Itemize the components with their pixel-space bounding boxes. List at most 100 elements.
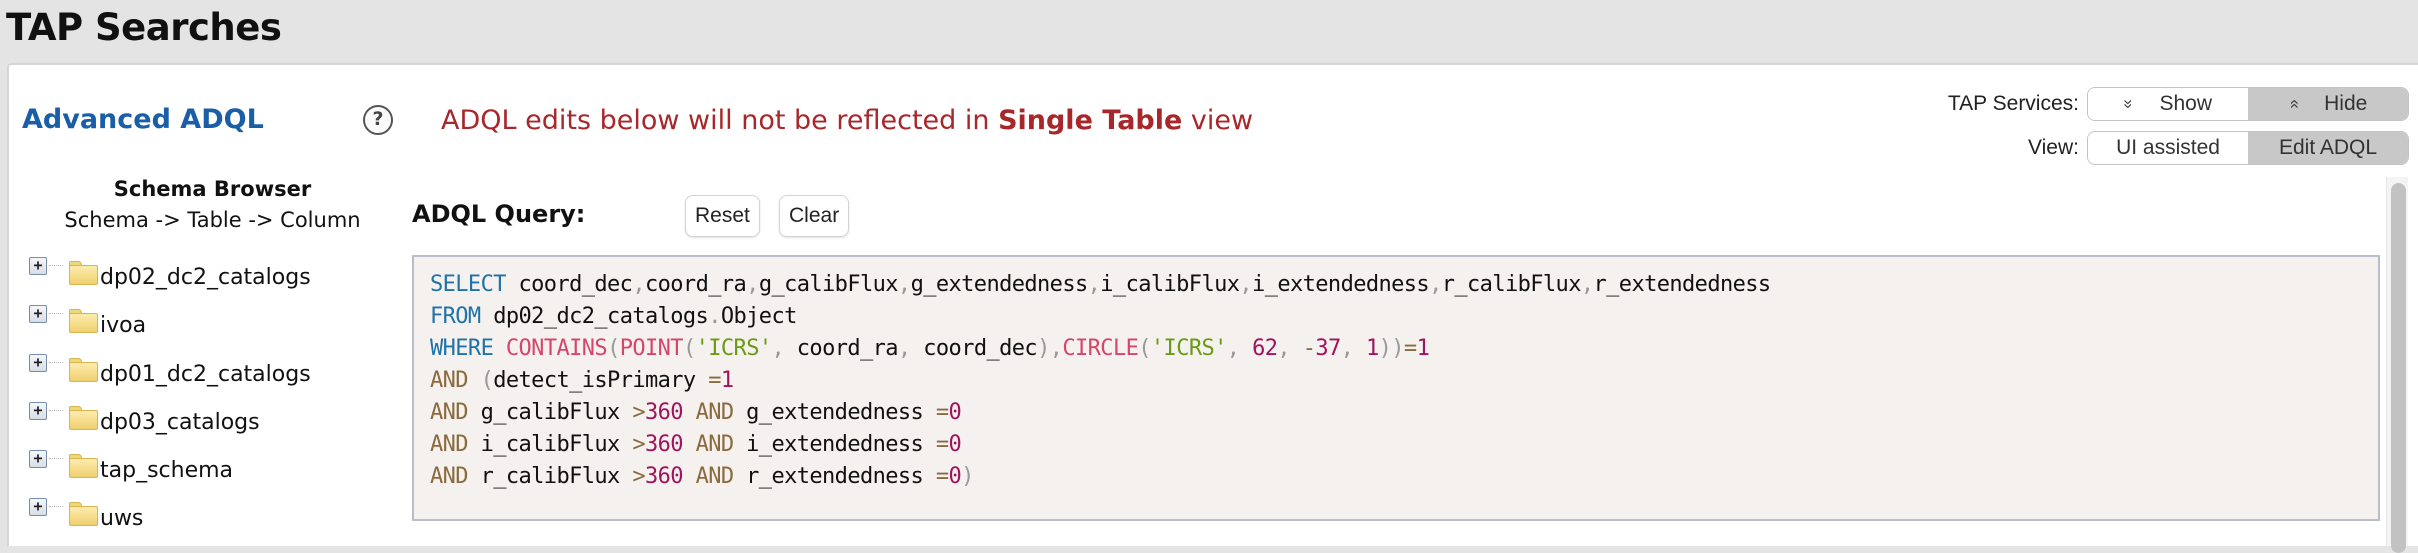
warning-prefix: ADQL edits below will not be reflected i… (441, 105, 999, 136)
sql-identifier: g_calibFlux (758, 272, 899, 297)
tree-item-tap-schema[interactable]: + tap_schema (29, 438, 311, 486)
adql-warning-message: ADQL edits below will not be reflected i… (441, 105, 1253, 136)
view-edit-adql-button[interactable]: Edit ADQL (2248, 132, 2408, 164)
tap-services-label: TAP Services: (1947, 92, 2079, 115)
tree-item-ivoa[interactable]: + ivoa (29, 293, 311, 341)
sql-number: 0 (948, 464, 962, 489)
scrollbar[interactable] (2386, 177, 2408, 553)
sql-operator: = (935, 432, 949, 457)
adql-query-label: ADQL Query: (412, 200, 586, 228)
sql-identifier: i_extendedness (733, 432, 936, 457)
expand-plus-icon[interactable]: + (29, 353, 47, 372)
view-toggle: UI assisted Edit ADQL (2087, 131, 2409, 165)
clear-button[interactable]: Clear (779, 195, 850, 237)
sql-punctuation: , (1277, 336, 1291, 361)
tree-item-dp02-dc2-catalogs[interactable]: + dp02_dc2_catalogs (29, 245, 311, 293)
sql-identifier: r_calibFlux (467, 464, 633, 489)
sql-operator: - (1302, 336, 1316, 361)
tree-item-label[interactable]: dp03_catalogs (100, 410, 260, 435)
warning-suffix: view (1182, 105, 1254, 136)
show-label: Show (2159, 92, 2212, 115)
sql-punctuation: , (897, 336, 911, 361)
warning-emphasis: Single Table (998, 105, 1183, 136)
sql-punctuation: . (708, 304, 721, 329)
sql-number: 0 (948, 400, 962, 425)
sql-identifier (1239, 336, 1252, 361)
tree-connector (49, 313, 63, 315)
sql-identifier (1290, 336, 1303, 361)
sql-number: 1 (1416, 336, 1430, 361)
expand-plus-icon[interactable]: + (29, 257, 47, 276)
folder-icon (69, 502, 98, 527)
folder-icon (69, 309, 98, 334)
double-chevron-up-icon: » (2283, 99, 2303, 109)
help-circle-icon[interactable]: ? (363, 105, 393, 135)
sql-identifier (493, 336, 506, 361)
sql-number: 360 (644, 432, 684, 457)
schema-browser-subtitle: Schema -> Table -> Column (64, 208, 361, 232)
sql-punctuation: , (771, 336, 785, 361)
code-line: AND r_calibFlux >360 AND r_extendedness … (430, 461, 2362, 493)
schema-tree: + dp02_dc2_catalogs + ivoa + dp01_dc2_ca… (29, 245, 311, 534)
sql-number: 360 (644, 400, 684, 425)
sql-number: 37 (1315, 336, 1341, 361)
sql-keyword: FROM (430, 304, 481, 329)
code-line: AND g_calibFlux >360 AND g_extendedness … (430, 397, 2362, 429)
code-line: AND i_calibFlux >360 AND i_extendedness … (430, 429, 2362, 461)
folder-icon (69, 357, 98, 382)
view-ui-assisted-button[interactable]: UI assisted (2088, 132, 2248, 164)
scrollbar-thumb[interactable] (2391, 183, 2406, 553)
expand-plus-icon[interactable]: + (29, 449, 47, 468)
tree-connector (49, 361, 63, 363)
folder-icon (69, 405, 98, 430)
sql-identifier: dp02_dc2_catalogs (480, 304, 709, 329)
folder-icon (69, 261, 98, 286)
sql-number: 1 (720, 368, 734, 393)
tap-services-show-button[interactable]: » Show (2088, 88, 2248, 120)
code-line: SELECT coord_dec,coord_ra,g_calibFlux,g_… (430, 269, 2362, 301)
reset-button[interactable]: Reset (685, 195, 760, 237)
sql-keyword: AND (695, 432, 735, 457)
tree-item-dp03-catalogs[interactable]: + dp03_catalogs (29, 390, 311, 438)
sql-identifier: coord_ra (644, 272, 747, 297)
sql-number: 62 (1252, 336, 1278, 361)
tree-connector (49, 457, 63, 459)
sql-punctuation: , (1226, 336, 1240, 361)
sql-keyword: AND (430, 432, 469, 457)
sql-identifier (468, 368, 481, 393)
sql-keyword: AND (430, 464, 469, 489)
sql-punctuation: ) (1037, 336, 1050, 361)
tap-services-hide-button[interactable]: » Hide (2248, 88, 2408, 120)
tree-item-label[interactable]: ivoa (100, 313, 146, 338)
double-chevron-down-icon: » (2119, 99, 2139, 109)
tree-connector (49, 506, 63, 508)
sql-identifier: detect_isPrimary (493, 368, 709, 393)
sql-operator: > (632, 432, 645, 457)
sql-punctuation: , (1429, 272, 1442, 297)
sql-operator: = (935, 400, 949, 425)
expand-plus-icon[interactable]: + (29, 401, 47, 420)
tree-item-label[interactable]: dp02_dc2_catalogs (100, 265, 311, 290)
sql-function: CONTAINS (505, 336, 608, 361)
tree-item-label[interactable]: uws (100, 506, 143, 531)
sql-keyword: WHERE (430, 336, 494, 361)
expand-plus-icon[interactable]: + (29, 498, 47, 517)
sql-punctuation: ( (607, 336, 620, 361)
sql-identifier: g_calibFlux (467, 400, 633, 425)
sql-number: 1 (1365, 336, 1379, 361)
sql-identifier (683, 464, 696, 489)
tree-item-uws[interactable]: + uws (29, 486, 311, 534)
sql-identifier: i_extendedness (1252, 272, 1430, 297)
code-line: WHERE CONTAINS(POINT('ICRS', coord_ra, c… (430, 333, 2362, 365)
tree-item-label[interactable]: tap_schema (100, 458, 233, 483)
view-control: View: UI assisted Edit ADQL (2028, 131, 2409, 165)
tree-item-dp01-dc2-catalogs[interactable]: + dp01_dc2_catalogs (29, 341, 311, 389)
adql-query-editor[interactable]: SELECT coord_dec,coord_ra,g_calibFlux,g_… (412, 255, 2380, 521)
sql-keyword: AND (430, 368, 469, 393)
sql-identifier: r_extendedness (733, 464, 936, 489)
sql-identifier: g_extendedness (910, 272, 1089, 297)
tree-item-label[interactable]: dp01_dc2_catalogs (100, 362, 311, 387)
sql-punctuation: )) (1378, 336, 1405, 361)
sql-punctuation: , (1340, 336, 1354, 361)
expand-plus-icon[interactable]: + (29, 305, 47, 324)
